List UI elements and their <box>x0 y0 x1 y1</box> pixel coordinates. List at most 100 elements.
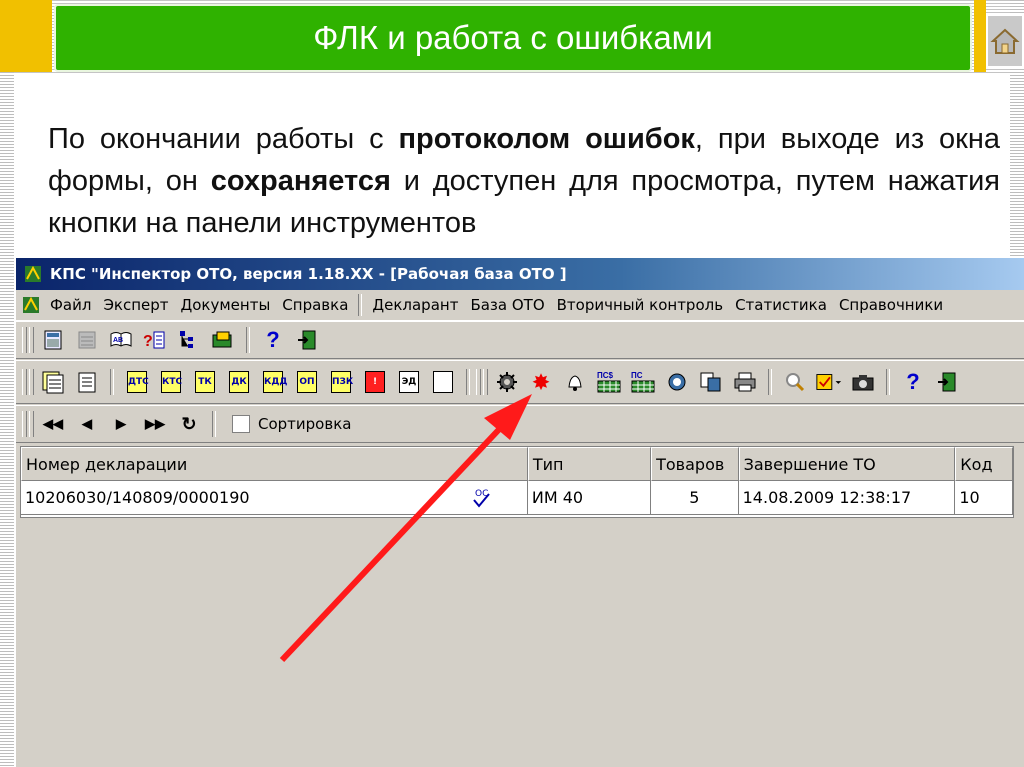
ps-label: ПС <box>631 371 643 380</box>
sort-checkbox[interactable] <box>232 415 250 433</box>
cell-number: 10206030/140809/0000190 ОС <box>21 481 528 515</box>
help-icon[interactable]: ? <box>899 368 927 396</box>
doc-op-label: ОП <box>297 371 317 393</box>
help-icon[interactable]: ? <box>259 326 287 354</box>
app-title-text: КПС "Инспектор ОТО, версия 1.18.XX - [Ра… <box>50 265 567 283</box>
doc-dts-label: ДТС <box>127 371 149 393</box>
menu-base-oto[interactable]: База ОТО <box>464 296 550 314</box>
col-header-items[interactable]: Товаров <box>651 447 739 481</box>
doc-pzk-label: ПЗК <box>331 371 353 393</box>
home-button[interactable] <box>986 14 1024 68</box>
doc-op-button[interactable]: ОП <box>293 368 321 396</box>
app-icon <box>24 265 42 283</box>
ps-icon[interactable]: ПС <box>629 368 657 396</box>
declarations-table: Номер декларации Тип Товаров Завершение … <box>20 446 1014 518</box>
menu-help[interactable]: Справка <box>276 296 354 314</box>
ps-dollar-icon[interactable]: ПС$ <box>595 368 623 396</box>
toolbar-separator <box>212 411 216 437</box>
intro-bold2: сохраняется <box>210 165 391 197</box>
report-icon[interactable] <box>73 326 101 354</box>
doc-dts-button[interactable]: ДТС <box>123 368 151 396</box>
col-header-code[interactable]: Код <box>955 447 1013 481</box>
first-record-icon[interactable]: ◀◀ <box>39 410 67 438</box>
svg-text:AB: AB <box>113 337 123 344</box>
exit-icon[interactable] <box>293 326 321 354</box>
table-header: Номер декларации Тип Товаров Завершение … <box>21 447 1013 481</box>
svg-text:?: ? <box>143 333 153 350</box>
tree-icon[interactable] <box>175 326 203 354</box>
toolbar-grip <box>29 327 34 353</box>
menu-declarant[interactable]: Декларант <box>366 296 464 314</box>
doc-dk-button[interactable]: ДК <box>225 368 253 396</box>
intro-bold1: протоколом ошибок <box>398 123 695 155</box>
table-row[interactable]: 10206030/140809/0000190 ОС ИМ 40 5 14.08… <box>21 481 1013 515</box>
doc-kdd-label: КДД <box>263 371 287 393</box>
export-icon[interactable] <box>209 326 237 354</box>
toolbar-separator <box>246 327 250 353</box>
exit-icon[interactable] <box>933 368 961 396</box>
doc-alert-label: ! <box>365 371 385 393</box>
doc-list-icon[interactable] <box>73 368 101 396</box>
ps-dollar-label: ПС$ <box>597 371 614 380</box>
bell-icon[interactable] <box>561 368 589 396</box>
toolbar-grip <box>29 369 34 395</box>
doc-ed-label: ЭД <box>399 371 419 393</box>
question-tree-icon[interactable]: ? <box>141 326 169 354</box>
menu-documents[interactable]: Документы <box>175 296 277 314</box>
menu-expert[interactable]: Эксперт <box>97 296 174 314</box>
toolbar-separator <box>886 369 890 395</box>
search-icon[interactable] <box>781 368 809 396</box>
doc-ed-button[interactable]: ЭД <box>395 368 423 396</box>
check-icon: ОС <box>471 486 493 510</box>
doc-stack-icon[interactable] <box>39 368 67 396</box>
menu-separator <box>358 294 363 316</box>
book-icon[interactable]: AB <box>107 326 135 354</box>
col-header-number[interactable]: Номер декларации <box>21 447 528 481</box>
error-protocol-icon[interactable] <box>493 368 521 396</box>
app-window: КПС "Инспектор ОТО, версия 1.18.XX - [Ра… <box>16 258 1024 767</box>
cell-type: ИМ 40 <box>527 481 652 515</box>
copy-icon[interactable] <box>697 368 725 396</box>
refresh-icon[interactable]: ↻ <box>175 410 203 438</box>
toolbar-grip <box>22 327 27 353</box>
slide-title-text: ФЛК и работа с ошибками <box>313 19 713 56</box>
calculator-icon[interactable] <box>39 326 67 354</box>
col-header-completion[interactable]: Завершение ТО <box>738 447 956 481</box>
cell-completion: 14.08.2009 12:38:17 <box>738 481 956 515</box>
toolbar-grip <box>476 369 481 395</box>
col-header-type[interactable]: Тип <box>527 447 652 481</box>
menu-reference[interactable]: Справочники <box>833 296 949 314</box>
toolbar-navigation: ◀◀ ◀ ▶ ▶▶ ↻ Сортировка <box>16 405 1024 443</box>
camera-icon[interactable] <box>849 368 877 396</box>
left-stripe <box>0 0 14 767</box>
cell-number-text: 10206030/140809/0000190 <box>25 488 250 507</box>
cell-code: 10 <box>955 481 1013 515</box>
menu-app-icon[interactable] <box>22 296 40 314</box>
doc-blank-label <box>433 371 453 393</box>
prev-record-icon[interactable]: ◀ <box>73 410 101 438</box>
toolbar-grip <box>22 369 27 395</box>
doc-kts-label: КТС <box>161 371 182 393</box>
doc-alert-button[interactable]: ! <box>361 368 389 396</box>
spark-icon[interactable]: ✸ <box>527 368 555 396</box>
yellow-band-left <box>0 0 52 72</box>
globe-icon[interactable] <box>663 368 691 396</box>
doc-tk-button[interactable]: ТК <box>191 368 219 396</box>
printer-icon[interactable] <box>731 368 759 396</box>
next-record-icon[interactable]: ▶ <box>107 410 135 438</box>
app-titlebar: КПС "Инспектор ОТО, версия 1.18.XX - [Ра… <box>16 258 1024 290</box>
doc-blank-button[interactable] <box>429 368 457 396</box>
doc-kts-button[interactable]: КТС <box>157 368 185 396</box>
menu-file[interactable]: Файл <box>44 296 97 314</box>
menu-statistics[interactable]: Статистика <box>729 296 833 314</box>
menu-secondary-control[interactable]: Вторичный контроль <box>551 296 729 314</box>
doc-pzk-button[interactable]: ПЗК <box>327 368 355 396</box>
menubar: Файл Эксперт Документы Справка Декларант… <box>16 290 1024 321</box>
toolbar-grip <box>22 411 27 437</box>
home-icon <box>990 28 1020 54</box>
doc-kdd-button[interactable]: КДД <box>259 368 287 396</box>
yellow-band-right <box>974 0 986 72</box>
last-record-icon[interactable]: ▶▶ <box>141 410 169 438</box>
checkmark-dropdown-icon[interactable] <box>815 368 843 396</box>
sort-label: Сортировка <box>258 415 352 433</box>
